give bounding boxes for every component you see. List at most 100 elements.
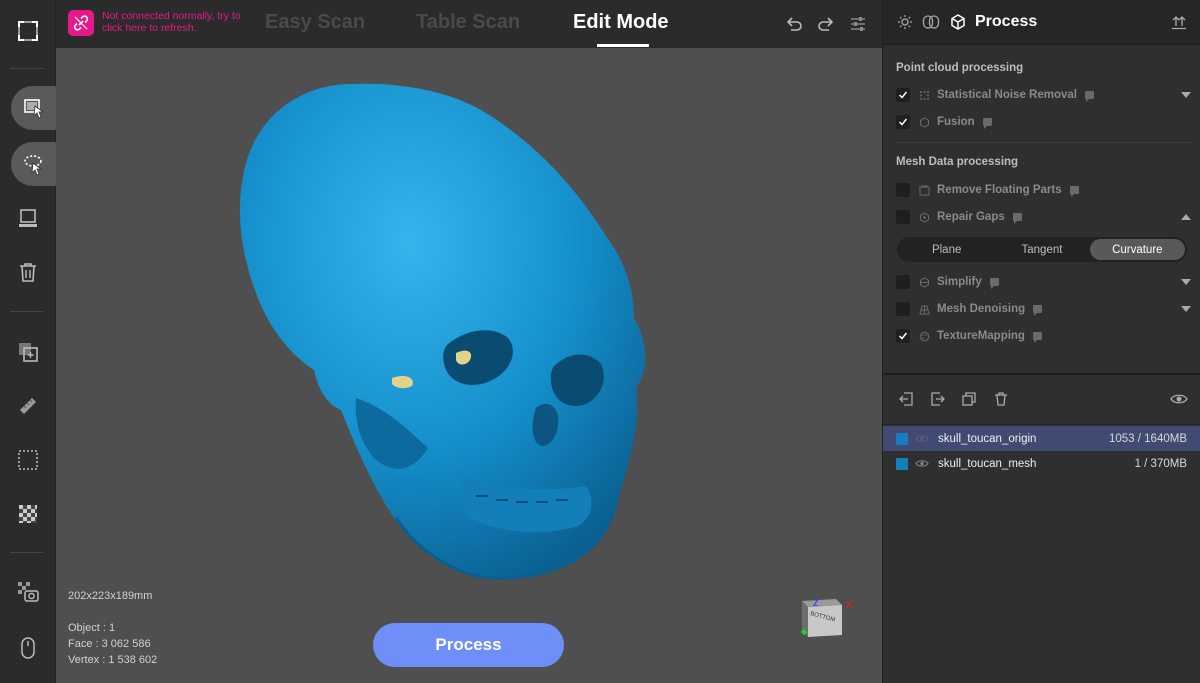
vertex-count: Vertex : 1 538 602 [68, 654, 158, 666]
help-icon[interactable] [1032, 332, 1042, 343]
select-icon[interactable] [11, 86, 56, 130]
help-icon[interactable] [1012, 213, 1022, 224]
hexagon-icon [918, 276, 930, 288]
list-divider [883, 424, 1200, 425]
option-texture-mapping[interactable]: TextureMapping [896, 326, 1192, 346]
tab-easy-scan[interactable]: Easy Scan [265, 11, 365, 34]
hexagon-icon [918, 116, 930, 128]
option-simplify[interactable]: Simplify [896, 272, 1192, 292]
mesh-icon [918, 303, 930, 315]
tab-edit-mode[interactable]: Edit Mode [573, 11, 669, 34]
redo-icon[interactable] [816, 14, 836, 34]
active-tab-indicator [597, 44, 649, 47]
help-icon[interactable] [989, 278, 999, 289]
option-label: Repair Gaps [937, 211, 1005, 223]
point-cloud-section-title: Point cloud processing [896, 62, 1024, 74]
object-name: skull_toucan_mesh [938, 457, 1037, 470]
mode-curvature[interactable]: Curvature [1089, 239, 1185, 260]
hexagon-icon [918, 211, 930, 223]
object-row-origin[interactable]: skull_toucan_origin 1053 / 1640MB [883, 426, 1200, 451]
tab-table-scan[interactable]: Table Scan [416, 11, 520, 34]
help-icon[interactable] [982, 118, 992, 129]
option-mesh-denoising[interactable]: Mesh Denoising [896, 299, 1192, 319]
toolbar-divider [10, 68, 44, 69]
chevron-up-icon[interactable] [1180, 211, 1192, 223]
texture-icon[interactable] [12, 498, 44, 530]
cube-icon[interactable] [949, 13, 967, 31]
delete-icon[interactable] [12, 256, 44, 288]
import-icon[interactable] [897, 390, 915, 408]
eye-icon[interactable] [914, 458, 930, 470]
option-fusion[interactable]: Fusion [896, 112, 1192, 132]
mouse-icon[interactable] [12, 632, 44, 664]
process-panel: Process Point cloud processing Statistic… [882, 0, 1200, 683]
eye-icon[interactable] [1170, 390, 1188, 408]
panel-header: Process [883, 0, 1200, 45]
option-label: Remove Floating Parts [937, 184, 1062, 196]
checkbox[interactable] [896, 275, 910, 289]
lasso-select-icon[interactable] [11, 142, 56, 186]
crop-icon[interactable] [12, 444, 44, 476]
option-label: Statistical Noise Removal [937, 89, 1077, 101]
snapshot-icon[interactable] [12, 576, 44, 608]
process-button[interactable]: Process [373, 623, 564, 667]
connection-message[interactable]: Not connected normally, try to click her… [102, 10, 252, 34]
option-label: Fusion [937, 116, 975, 128]
toolbar-divider [10, 552, 44, 553]
top-bar: Not connected normally, try to click her… [56, 0, 882, 48]
option-remove-floating-parts[interactable]: Remove Floating Parts [896, 180, 1192, 200]
dots-icon [918, 89, 930, 101]
option-statistical-noise-removal[interactable]: Statistical Noise Removal [896, 85, 1192, 105]
checkbox[interactable] [896, 329, 910, 343]
box-icon [918, 184, 930, 196]
help-icon[interactable] [1084, 91, 1094, 102]
panel-title: Process [975, 13, 1038, 30]
chevron-down-icon[interactable] [1180, 89, 1192, 101]
eye-icon[interactable] [914, 433, 930, 445]
object-color-swatch[interactable] [896, 457, 908, 470]
screen-icon[interactable] [12, 202, 44, 234]
left-toolbar [0, 0, 56, 683]
panel-divider [883, 373, 1200, 375]
object-color-swatch[interactable] [896, 432, 908, 445]
sliders-icon[interactable] [848, 14, 868, 34]
option-label: Mesh Denoising [937, 303, 1026, 315]
section-divider [896, 142, 1192, 143]
export-object-icon[interactable] [929, 390, 947, 408]
measure-icon[interactable] [12, 390, 44, 422]
toolbar-divider [10, 311, 44, 312]
checkbox[interactable] [896, 115, 910, 129]
object-row-mesh[interactable]: skull_toucan_mesh 1 / 370MB [883, 451, 1200, 476]
face-count: Face : 3 062 586 [68, 638, 151, 650]
checkbox[interactable] [896, 88, 910, 102]
checkbox[interactable] [896, 210, 910, 224]
option-repair-gaps[interactable]: Repair Gaps [896, 207, 1192, 227]
3d-viewport[interactable]: 202x223x189mm Object : 1 Face : 3 062 58… [56, 48, 882, 683]
fit-view-icon[interactable] [12, 15, 44, 47]
navigation-cube[interactable]: Z BOTTOM X [796, 593, 852, 645]
option-label: TextureMapping [937, 330, 1025, 342]
delete-object-icon[interactable] [992, 390, 1010, 408]
connection-warning[interactable]: Not connected normally, try to click her… [68, 10, 252, 36]
object-size: 1 / 370MB [1134, 457, 1187, 470]
navcube-x-label: X [846, 600, 852, 610]
undo-icon[interactable] [784, 14, 804, 34]
duplicate-icon[interactable] [960, 390, 978, 408]
model-dimensions: 202x223x189mm [68, 590, 153, 602]
chevron-down-icon[interactable] [1180, 303, 1192, 315]
chevron-down-icon[interactable] [1180, 276, 1192, 288]
checkbox[interactable] [896, 302, 910, 316]
help-icon[interactable] [1033, 305, 1043, 316]
compare-icon[interactable] [922, 13, 940, 31]
help-icon[interactable] [1069, 186, 1079, 197]
object-count: Object : 1 [68, 622, 116, 634]
navcube-z-label: Z [813, 598, 819, 608]
checkbox[interactable] [896, 183, 910, 197]
sun-icon[interactable] [896, 13, 914, 31]
option-label: Simplify [937, 276, 982, 288]
skull-model[interactable] [56, 48, 882, 683]
mode-tangent[interactable]: Tangent [994, 239, 1089, 260]
export-icon[interactable] [1170, 13, 1188, 31]
mode-plane[interactable]: Plane [899, 239, 994, 260]
merge-icon[interactable] [12, 336, 44, 368]
